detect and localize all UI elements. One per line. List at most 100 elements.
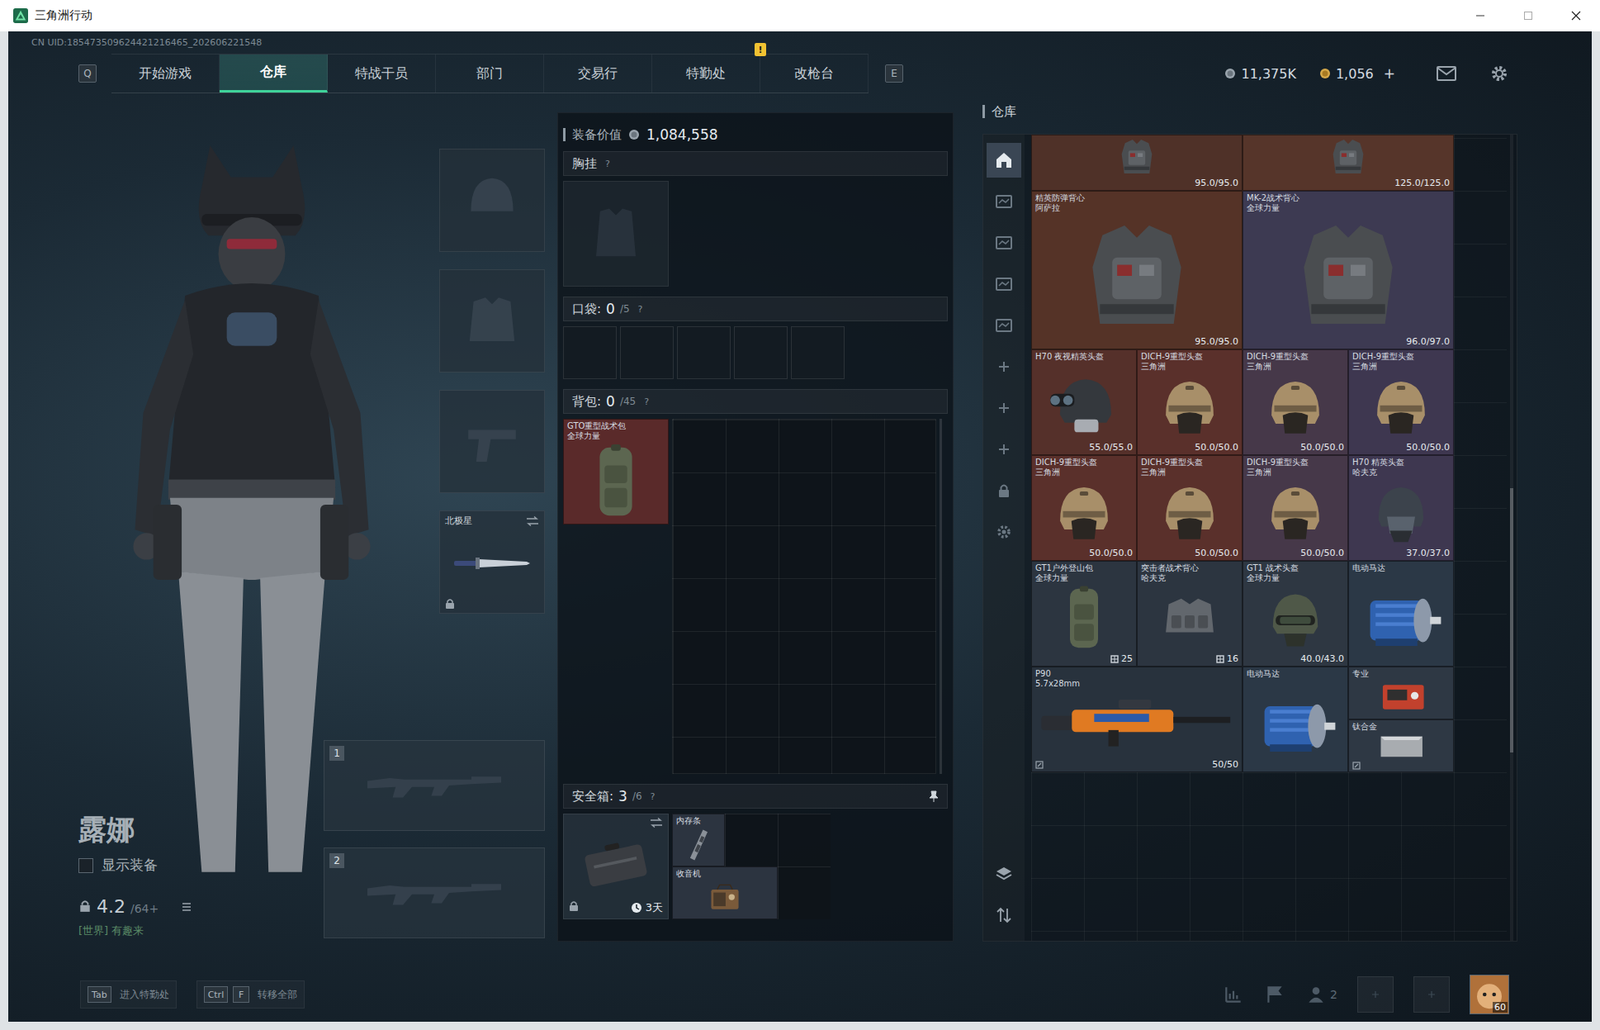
warehouse-item[interactable]: 电动马达 — [1242, 666, 1349, 772]
backpack-scrollbar[interactable] — [939, 418, 943, 774]
warehouse-item[interactable]: DICH-9重型头盔三角洲50.0/50.0 — [1348, 349, 1454, 455]
backpack-item[interactable]: GTO重型战术包全球力量 — [563, 418, 669, 525]
nav-tab[interactable]: 开始游戏 — [111, 54, 220, 93]
show-gear-toggle[interactable]: 显示装备 — [78, 855, 324, 875]
warehouse-item[interactable]: GT1 战术头盔全球力量40.0/43.0 — [1242, 560, 1349, 667]
equipment-slot[interactable] — [439, 148, 545, 252]
tab-label: 开始游戏 — [138, 65, 192, 83]
world-chat-line[interactable]: [世界] 有趣来 — [78, 923, 324, 938]
swap-icon[interactable] — [525, 515, 540, 526]
value-coin-icon — [628, 128, 640, 141]
warehouse-tab[interactable] — [986, 349, 1022, 384]
warehouse-item[interactable]: DICH-9重型头盔三角洲50.0/50.0 — [1136, 454, 1243, 561]
help-button[interactable]: ? — [638, 303, 644, 315]
melee-name: 北极星 — [444, 514, 473, 527]
help-button[interactable]: ? — [643, 396, 649, 408]
warehouse-item[interactable]: H70 精英头盔哈夫克37.0/37.0 — [1348, 454, 1454, 561]
friends-button[interactable]: 2 — [1305, 983, 1338, 1005]
warehouse-item[interactable]: 电动马达 — [1348, 560, 1454, 667]
modified-icon — [1352, 761, 1361, 770]
warehouse-item[interactable]: DICH-9重型头盔三角洲50.0/50.0 — [1242, 454, 1349, 561]
key-hint[interactable]: Tab进入特勤处 — [80, 979, 177, 1009]
equipment-slot[interactable]: 北极星 — [439, 510, 545, 614]
help-button[interactable]: ? — [650, 790, 656, 802]
item-name: H70 夜视精英头盔 — [1035, 351, 1133, 362]
warehouse-item[interactable]: 专业 — [1348, 666, 1454, 720]
warehouse-tab[interactable] — [986, 184, 1022, 219]
warehouse-item[interactable]: P905.7x28mm50/50 — [1031, 666, 1243, 772]
warehouse-item[interactable]: DICH-9重型头盔三角洲50.0/50.0 — [1031, 454, 1137, 561]
warehouse-item[interactable]: 钛合金 — [1348, 719, 1454, 772]
minimize-button[interactable] — [1456, 0, 1505, 32]
item-label: MK-2战术背心全球力量 — [1246, 193, 1450, 214]
stats-chart-icon[interactable] — [1222, 983, 1245, 1005]
warehouse-item[interactable]: 95.0/95.0 — [1031, 134, 1243, 191]
prev-tab-key[interactable]: Q — [78, 64, 97, 83]
warehouse-item[interactable]: DICH-9重型头盔三角洲50.0/50.0 — [1242, 349, 1349, 455]
item-brand: 哈夫克 — [1140, 572, 1239, 583]
pin-icon[interactable] — [928, 790, 939, 802]
mail-icon[interactable] — [1436, 65, 1457, 82]
key-hint[interactable]: CtrlF转移全部 — [196, 979, 306, 1009]
chest-rig-slot[interactable] — [563, 180, 669, 287]
warehouse-item[interactable]: DICH-9重型头盔三角洲50.0/50.0 — [1136, 349, 1243, 455]
nav-tab[interactable]: 交易行 — [544, 54, 653, 93]
flag-icon[interactable] — [1263, 983, 1286, 1005]
pocket-slot[interactable] — [676, 326, 731, 379]
app-window: 三角洲行动CN UID:185473509624421216465_202606… — [0, 0, 1600, 1030]
backpack-grid[interactable] — [672, 418, 937, 774]
nav-tab[interactable]: 特战干员 — [327, 54, 436, 93]
list-icon[interactable] — [179, 900, 194, 913]
equipment-value: 装备价值1,084,558 — [563, 118, 948, 152]
warehouse-tab[interactable] — [986, 266, 1022, 302]
nav-tab[interactable]: 部门 — [435, 54, 545, 93]
settings-gear-icon[interactable] — [1489, 63, 1510, 84]
show-gear-checkbox[interactable] — [78, 857, 94, 873]
safe-item[interactable]: 收音机 — [672, 866, 778, 919]
safebox-icon — [568, 827, 663, 900]
safe-item[interactable]: 内存条 — [672, 813, 725, 867]
warehouse-item[interactable]: MK-2战术背心全球力量96.0/97.0 — [1242, 190, 1454, 350]
pocket-slot[interactable] — [733, 326, 788, 379]
close-button[interactable] — [1552, 0, 1600, 32]
warehouse-tab[interactable] — [986, 225, 1022, 261]
equipment-slot[interactable] — [439, 389, 545, 493]
next-tab-key[interactable]: E — [885, 64, 904, 83]
backpack-header: 背包:0/45? — [563, 388, 948, 414]
safe-box-slot[interactable]: 3天 — [563, 813, 669, 919]
party-slot[interactable] — [1357, 975, 1394, 1013]
player-avatar[interactable]: 60 — [1469, 974, 1510, 1014]
warehouse-tab[interactable] — [986, 390, 1022, 426]
warehouse-tool[interactable] — [986, 856, 1022, 891]
warehouse-item[interactable]: 125.0/125.0 — [1242, 134, 1454, 191]
nav-tab[interactable]: 特勤处! — [652, 54, 761, 93]
pocket-slot[interactable] — [790, 326, 845, 379]
safe-box-grid: 内存条收音机 — [672, 813, 831, 919]
warehouse-tab[interactable] — [986, 307, 1022, 343]
layers-icon — [994, 863, 1014, 884]
warehouse-item[interactable]: 精英防弹背心阿萨拉95.0/95.0 — [1031, 190, 1243, 350]
help-button[interactable]: ? — [605, 158, 611, 170]
warehouse-item[interactable]: H70 夜视精英头盔55.0/55.0 — [1031, 349, 1137, 455]
swap-icon[interactable] — [649, 817, 663, 828]
nav-tab[interactable]: 仓库 — [219, 54, 328, 93]
warehouse-tab[interactable] — [986, 514, 1022, 550]
pocket-slot[interactable] — [620, 326, 674, 379]
weapon-slot[interactable]: 2 — [323, 847, 545, 938]
warehouse-tab[interactable] — [986, 142, 1022, 178]
plus-icon — [994, 397, 1014, 418]
equipment-slot[interactable] — [439, 269, 545, 373]
party-slot[interactable] — [1413, 975, 1450, 1013]
nav-tab[interactable]: 改枪台 — [760, 54, 869, 93]
warehouse-tab[interactable] — [986, 431, 1022, 467]
warehouse-tab[interactable] — [986, 473, 1022, 508]
weapon-slot[interactable]: 1 — [323, 739, 545, 831]
maximize-button[interactable] — [1504, 0, 1553, 32]
warehouse-item[interactable]: 突击者战术背心哈夫克16 — [1136, 560, 1243, 667]
pocket-slot[interactable] — [563, 326, 617, 379]
modified-icon — [1035, 760, 1044, 769]
warehouse-tool[interactable] — [986, 897, 1022, 933]
warehouse-item[interactable]: GT1户外登山包全球力量25 — [1031, 560, 1137, 667]
add-gold-button[interactable]: + — [1383, 65, 1396, 82]
warehouse-scrollbar[interactable] — [1510, 134, 1514, 941]
